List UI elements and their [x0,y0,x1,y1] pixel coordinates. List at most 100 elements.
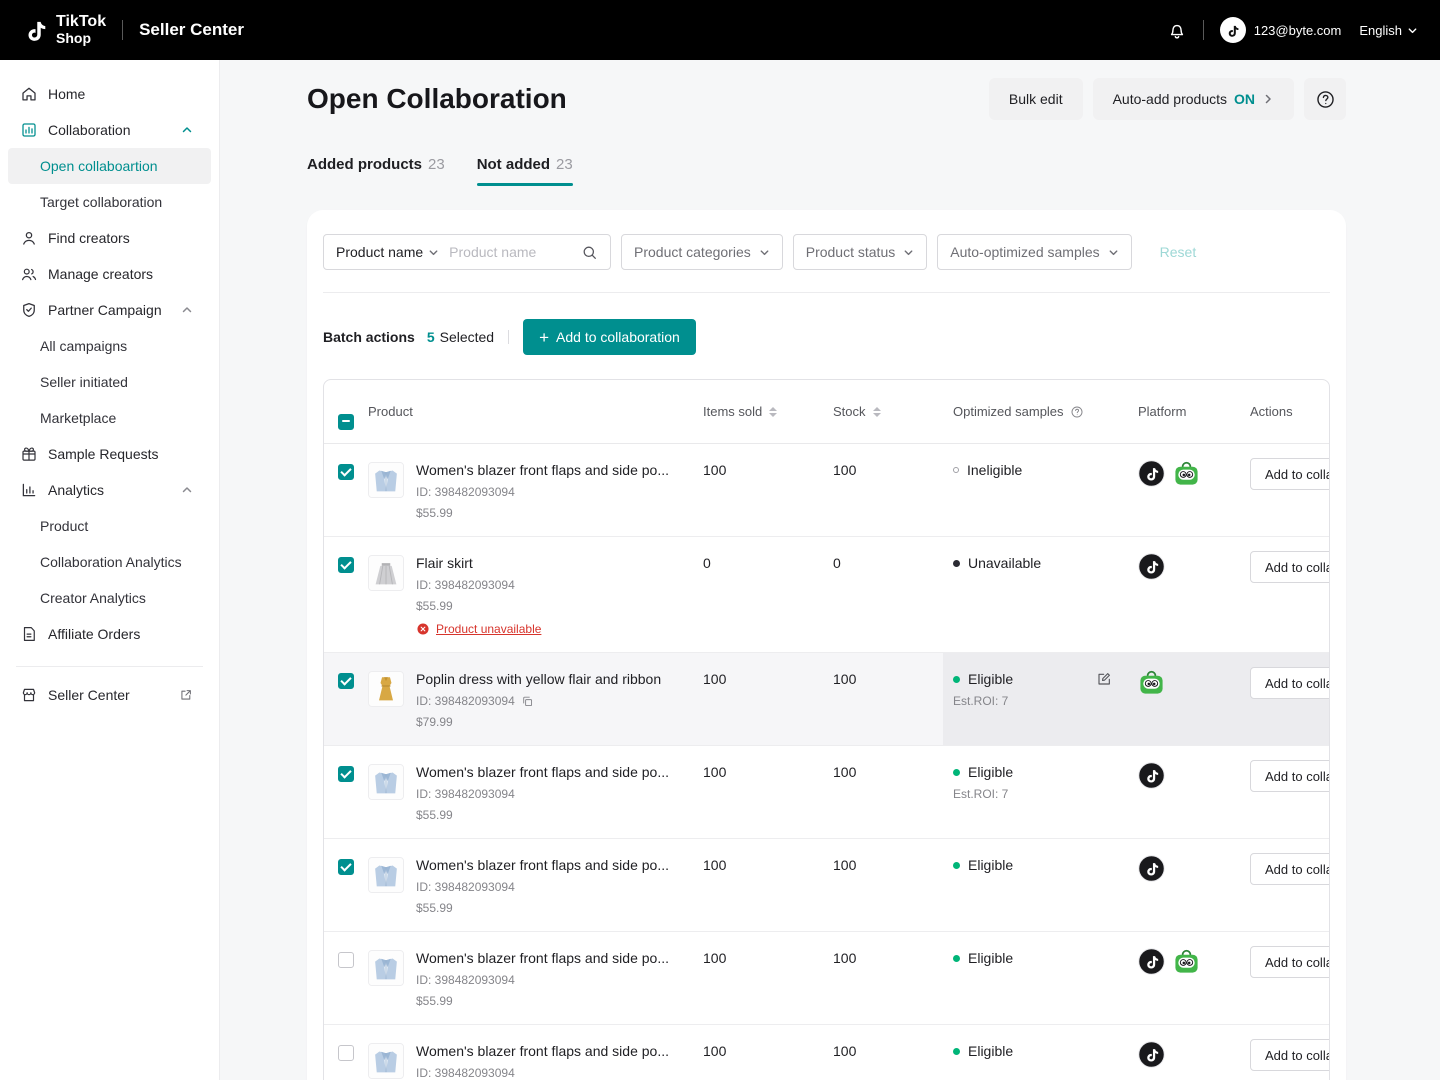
language-selector[interactable]: English [1359,23,1418,38]
row-checkbox[interactable] [338,952,354,968]
tiktok-platform-icon [1138,553,1165,580]
add-to-collaboration-row-button[interactable]: Add to collaboration [1250,853,1330,885]
table-row: Women's blazer front flaps and side po..… [324,746,1330,839]
add-to-collaboration-row-button[interactable]: Add to collaboration [1250,946,1330,978]
add-to-collaboration-row-button[interactable]: Add to collaboration [1250,760,1330,792]
product-name[interactable]: Women's blazer front flaps and side po..… [416,1043,669,1059]
product-id: ID: 398482093094 [416,1066,669,1080]
bell-icon[interactable] [1167,20,1187,40]
row-checkbox[interactable] [338,557,354,573]
search-icon[interactable] [581,244,598,261]
sidebar-item-manage-creators[interactable]: Manage creators [0,256,219,292]
add-to-collaboration-row-button[interactable]: Add to collaboration [1250,551,1330,583]
auto-add-products-button[interactable]: Auto-add products ON [1093,78,1294,120]
sidebar-item-home[interactable]: Home [0,76,219,112]
sidebar-item-analytics[interactable]: Analytics [0,472,219,508]
sidebar-item-label: Open collaboartion [40,158,158,174]
product-name[interactable]: Women's blazer front flaps and side po..… [416,857,669,873]
sidebar-item-label: Collaboration [48,122,131,138]
edit-icon[interactable] [1096,671,1112,687]
table-row: Women's blazer front flaps and side po..… [324,444,1330,537]
sidebar-item-sample-requests[interactable]: Sample Requests [0,436,219,472]
account-avatar[interactable] [1220,17,1246,43]
tab-count: 23 [428,156,445,173]
row-checkbox[interactable] [338,1045,354,1061]
add-to-collaboration-button[interactable]: + Add to collaboration [523,319,696,355]
sidebar-item-collaboration-analytics[interactable]: Collaboration Analytics [0,544,219,580]
selected-count: 5 [427,329,435,345]
search-input[interactable] [449,244,581,260]
chevron-up-icon [181,484,193,496]
sidebar-item-open-collaboartion[interactable]: Open collaboartion [8,148,211,184]
sidebar-item-seller-initiated[interactable]: Seller initiated [0,364,219,400]
product-name[interactable]: Poplin dress with yellow flair and ribbo… [416,671,661,687]
seller-center-title: Seller Center [139,20,244,40]
product-id: ID: 398482093094 [416,973,669,987]
items-sold-value: 100 [693,839,823,931]
search-type-select[interactable]: Product name [336,244,439,260]
stock-value: 100 [823,839,943,931]
add-to-collaboration-row-button[interactable]: Add to collaboration [1250,667,1330,699]
sidebar-item-all-campaigns[interactable]: All campaigns [0,328,219,364]
question-icon[interactable] [1070,405,1084,419]
est-roi: Est.ROI: 7 [953,787,1013,801]
row-checkbox[interactable] [338,766,354,782]
sidebar: Home Collaboration Open collaboartion Targe… [0,60,220,1080]
sidebar-item-seller-center[interactable]: Seller Center [0,677,219,713]
status-dot [953,955,960,962]
tiktok-logo-icon [22,17,48,43]
sidebar-item-collaboration[interactable]: Collaboration [0,112,219,148]
add-to-collaboration-row-button[interactable]: Add to collaboration [1250,1039,1330,1071]
tiktok-platform-icon [1138,855,1165,882]
status-unavailable: Unavailable [953,555,1041,636]
sidebar-item-creator-analytics[interactable]: Creator Analytics [0,580,219,616]
reset-button[interactable]: Reset [1160,244,1197,260]
product-status-dropdown[interactable]: Product status [793,234,928,270]
status-label: Eligible [968,950,1013,966]
sidebar-item-label: Analytics [48,482,104,498]
batch-actions-label: Batch actions [323,329,415,345]
chevron-up-icon [181,124,193,136]
row-checkbox[interactable] [338,859,354,875]
product-name[interactable]: Women's blazer front flaps and side po..… [416,462,669,478]
bar-chart-icon [20,481,38,499]
column-product: Product [368,404,693,419]
product-name[interactable]: Women's blazer front flaps and side po..… [416,950,669,966]
storefront-icon [20,686,38,704]
sidebar-item-find-creators[interactable]: Find creators [0,220,219,256]
product-name[interactable]: Flair skirt [416,555,541,571]
bulk-edit-button[interactable]: Bulk edit [989,78,1083,120]
select-all-checkbox[interactable] [338,414,354,430]
status-eligible: Eligible [953,857,1013,915]
sidebar-item-affiliate-orders[interactable]: Affiliate Orders [0,616,219,652]
sidebar-divider [16,666,203,667]
chevron-down-icon [1407,25,1418,36]
tab-not-added[interactable]: Not added 23 [477,156,573,186]
status-label: Eligible [968,671,1013,687]
copy-icon[interactable] [521,695,534,708]
help-button[interactable] [1304,78,1346,120]
sidebar-item-partner-campaign[interactable]: Partner Campaign [0,292,219,328]
sidebar-item-target-collaboration[interactable]: Target collaboration [0,184,219,220]
sort-stock-icon[interactable] [873,407,881,417]
auto-optimized-samples-dropdown[interactable]: Auto-optimized samples [937,234,1131,270]
tiktok-platform-icon [1138,762,1165,789]
stock-value: 100 [823,1025,943,1080]
product-categories-dropdown[interactable]: Product categories [621,234,783,270]
chevron-up-icon [181,304,193,316]
row-checkbox[interactable] [338,464,354,480]
sidebar-item-label: Product [40,518,88,534]
topbar-divider [122,20,123,40]
divider [323,292,1330,293]
tiktok-shop-logo[interactable]: TikTok Shop [22,14,106,45]
sidebar-item-product[interactable]: Product [0,508,219,544]
row-checkbox[interactable] [338,673,354,689]
chevron-down-icon [428,247,439,258]
add-to-collaboration-row-button[interactable]: Add to collaboration [1250,458,1330,490]
external-link-icon [179,688,193,702]
sort-items-sold-icon[interactable] [769,407,777,417]
tab-added-products[interactable]: Added products 23 [307,156,445,186]
product-name[interactable]: Women's blazer front flaps and side po..… [416,764,669,780]
sidebar-item-marketplace[interactable]: Marketplace [0,400,219,436]
sidebar-item-label: Marketplace [40,410,116,426]
